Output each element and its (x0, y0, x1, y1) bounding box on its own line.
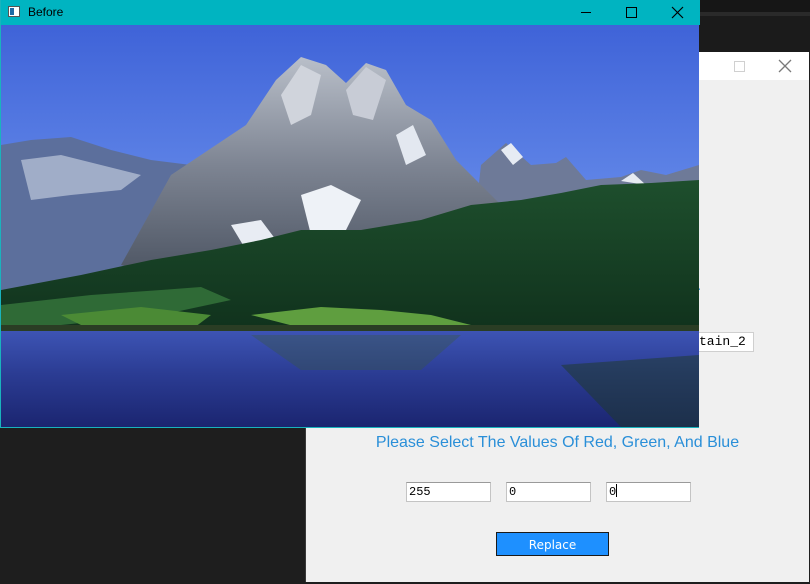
desktop-background-strip (699, 0, 810, 12)
red-value-text: 255 (409, 485, 431, 499)
window-title: Before (28, 5, 64, 19)
landscape-photo (1, 25, 699, 427)
green-value-input[interactable]: 0 (506, 482, 591, 502)
blue-value-input[interactable]: 0 (606, 482, 691, 502)
filename-field[interactable]: tain_2 (696, 332, 754, 352)
green-value-text: 0 (509, 485, 517, 499)
minimize-icon[interactable] (563, 0, 609, 25)
maximize-icon[interactable] (608, 0, 654, 25)
maximize-icon[interactable] (716, 52, 762, 80)
window-titlebar: Before (1, 0, 700, 25)
text-cursor (616, 484, 618, 497)
replace-button[interactable]: Replace (496, 532, 609, 556)
before-window: Before (0, 0, 700, 428)
red-value-input[interactable]: 255 (406, 482, 491, 502)
blue-value-text: 0 (609, 485, 617, 499)
close-icon[interactable] (654, 0, 700, 25)
rgb-heading: Please Select The Values Of Red, Green, … (375, 434, 740, 451)
close-icon[interactable] (762, 52, 808, 80)
desktop-background-strip (699, 16, 810, 52)
app-icon (8, 6, 20, 17)
